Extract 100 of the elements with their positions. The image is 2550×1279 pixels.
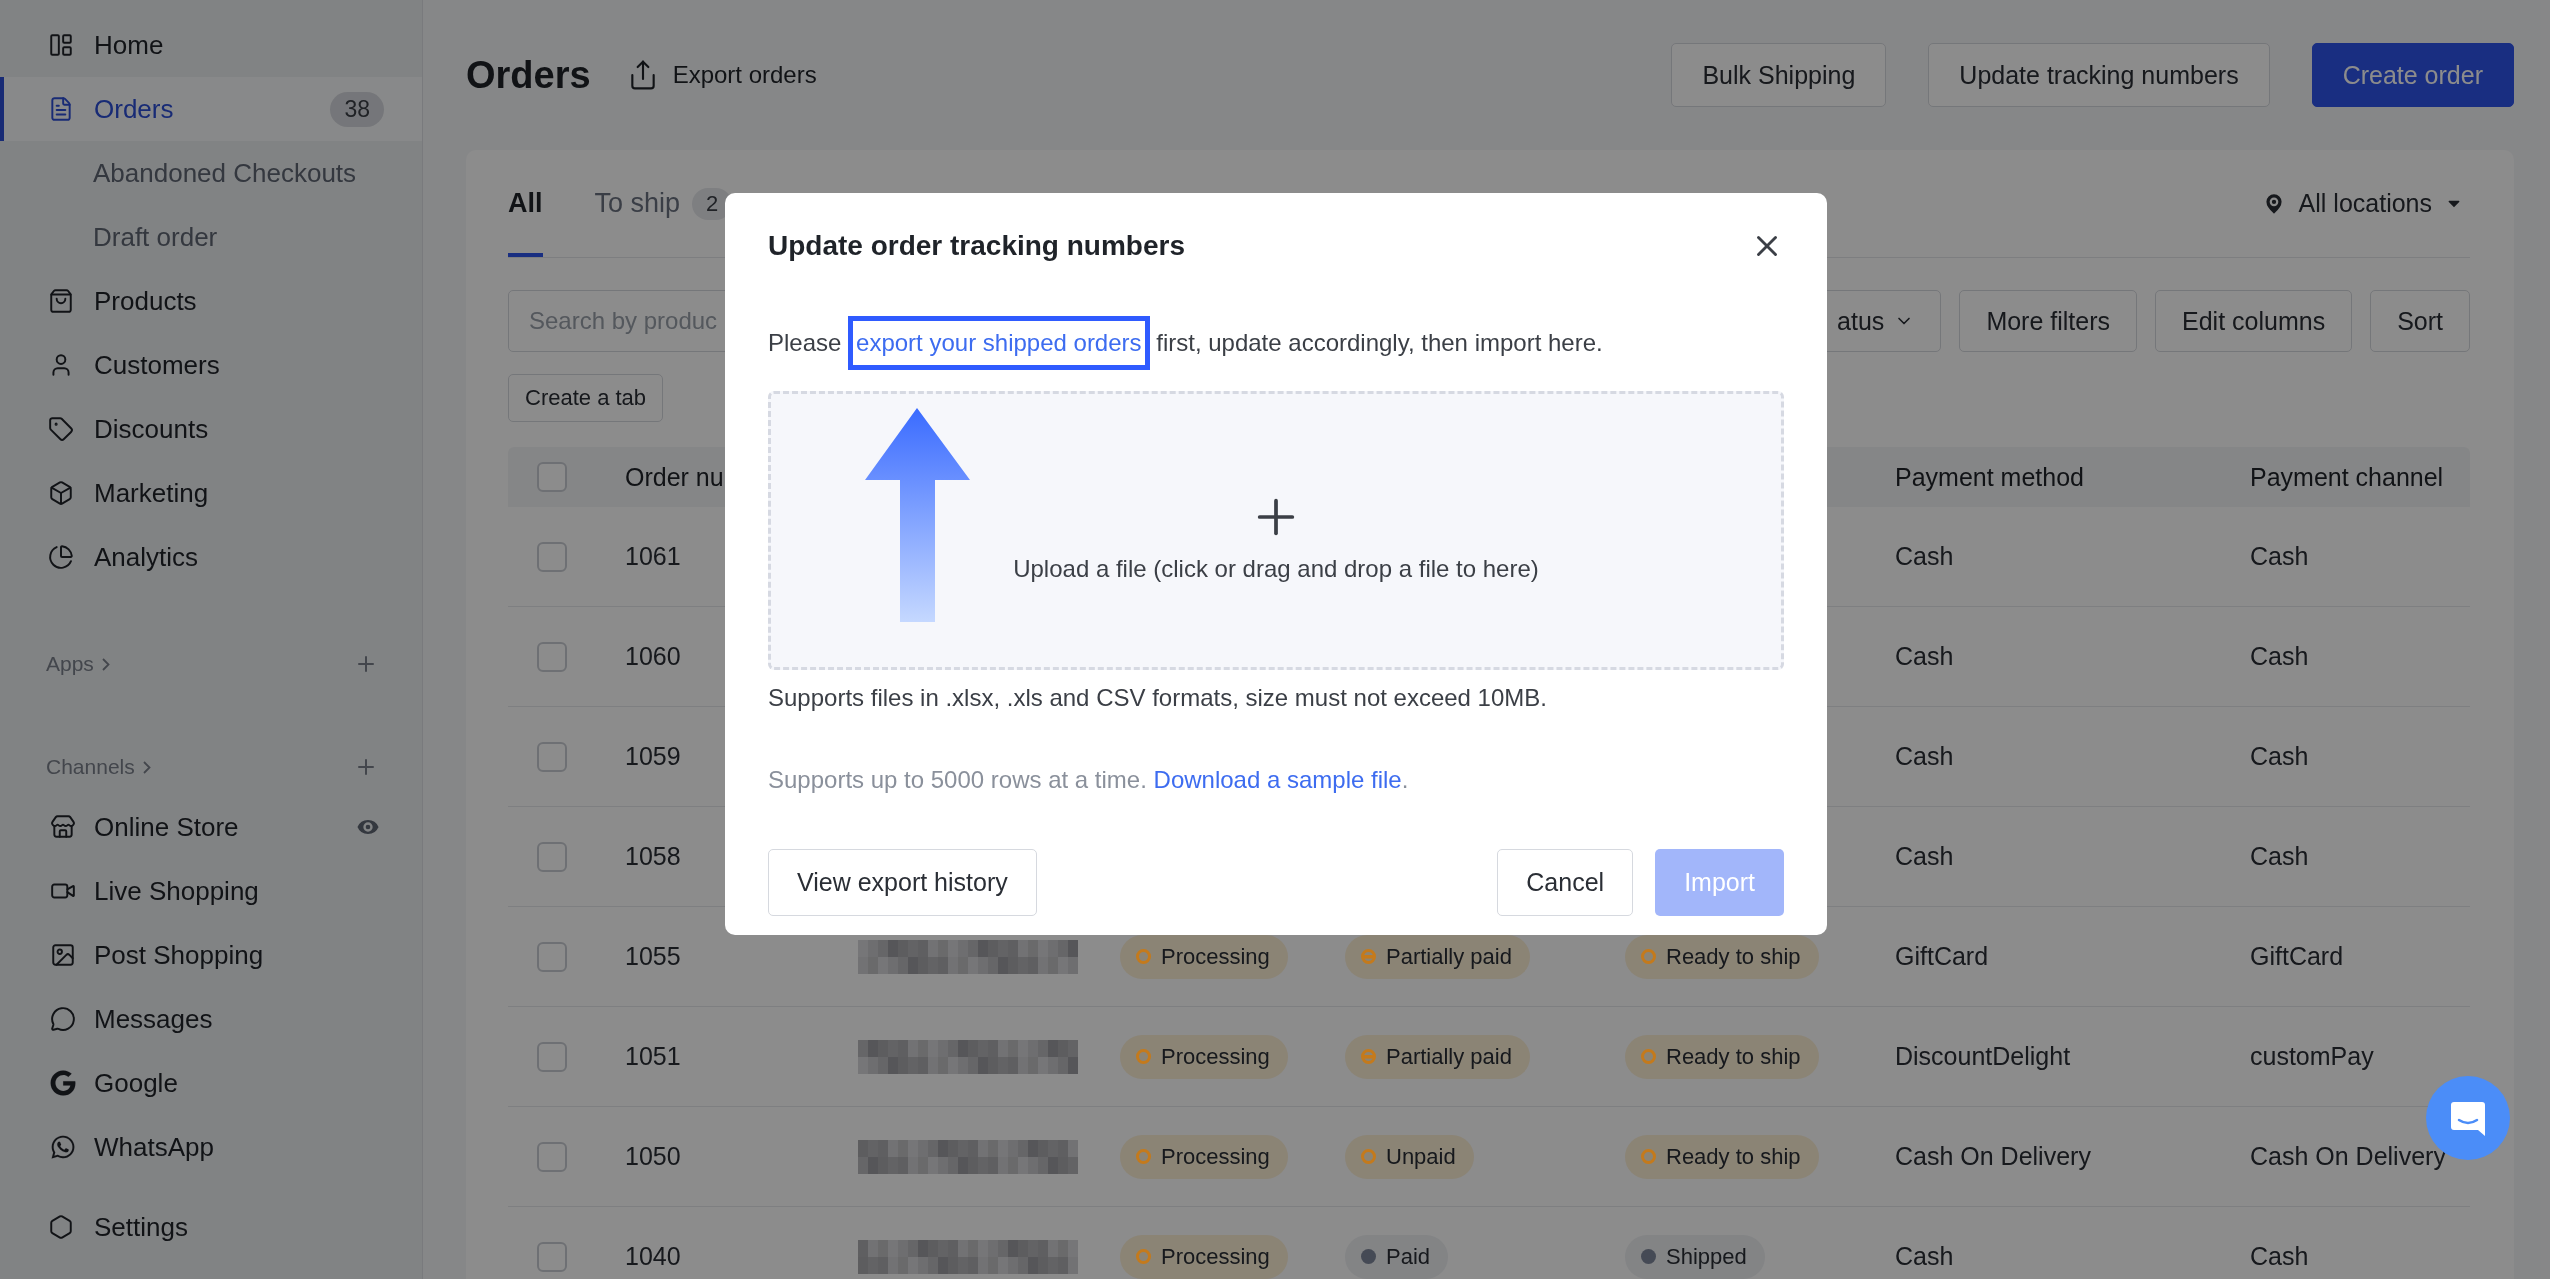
export-button[interactable]: Export orders xyxy=(622,55,821,95)
location-dropdown[interactable]: All locations xyxy=(2254,188,2470,219)
sidebar-item[interactable]: Settings xyxy=(0,1195,422,1259)
download-link[interactable]: Download a sample file xyxy=(1153,766,1402,793)
checkbox[interactable] xyxy=(537,641,567,672)
checkbox[interactable] xyxy=(537,841,567,872)
sidebar-item[interactable]: Draft order xyxy=(0,205,422,269)
table-cell-text: Cash On Delivery xyxy=(2249,1142,2447,1171)
export-link[interactable]: export your shipped orders xyxy=(848,316,1150,370)
status-badge: Partially paid xyxy=(1345,934,1530,979)
filter-button[interactable]: Edit columns xyxy=(2155,290,2353,352)
dialog-button[interactable]: View export history xyxy=(768,849,1037,916)
formats-note: Supports files in .xlsx, .xls and CSV formats, size must not exceed 10MB. xyxy=(768,683,1548,713)
table-cell-text: Cash xyxy=(1894,842,1955,871)
store-icon xyxy=(50,814,76,840)
bag-icon xyxy=(48,288,74,314)
section-link[interactable]: Apps xyxy=(46,652,110,676)
table-cell-text: Cash xyxy=(2249,742,2310,771)
table-cell-text: Cash On Delivery xyxy=(1894,1142,2092,1171)
status-badge: Unpaid xyxy=(1345,1134,1474,1179)
dialog-title: Update order tracking numbers xyxy=(768,230,1185,262)
checkbox[interactable] xyxy=(537,462,567,492)
upload-text: Upload a file (click or drag and drop a file to here) xyxy=(1013,555,1539,583)
sidebar-item[interactable]: Home xyxy=(0,13,422,77)
status-badge: Partially paid xyxy=(1345,1034,1530,1079)
settings-icon xyxy=(48,1214,74,1240)
sidebar-item[interactable]: Orders 38 xyxy=(0,77,422,141)
sidebar-item[interactable]: WhatsApp xyxy=(0,1115,422,1179)
sidebar-item-label: Customers xyxy=(94,349,221,381)
status-badge: Shipped xyxy=(1625,1234,1765,1279)
tab[interactable]: All xyxy=(508,150,543,257)
table-cell-text: Cash xyxy=(1894,1242,1955,1271)
dialog-button[interactable]: Cancel xyxy=(1497,849,1634,916)
sidebar-item-label: WhatsApp xyxy=(94,1131,215,1163)
action-button[interactable]: Create order xyxy=(2311,43,2514,107)
column-header: Order nu xyxy=(624,462,725,492)
table-cell-text: Cash xyxy=(1894,542,1955,571)
order-number: 1060 xyxy=(624,642,682,671)
sidebar-item-label: Abandoned Checkouts xyxy=(93,157,358,189)
sidebar-item-label: Messages xyxy=(94,1003,214,1035)
table-cell-text: Cash xyxy=(2249,642,2310,671)
chevron-right-icon xyxy=(142,760,151,774)
status-badge: Ready to ship xyxy=(1625,1034,1819,1079)
filter-button[interactable]: More filters xyxy=(1959,290,2137,352)
order-number: 1051 xyxy=(624,1042,682,1071)
upload-area[interactable]: Upload a file (click or drag and drop a file to here) xyxy=(768,391,1784,670)
order-number: 1058 xyxy=(624,842,682,871)
phone-bubble-icon xyxy=(50,1134,76,1160)
create-tab-button[interactable]: Create a tab xyxy=(508,374,664,422)
table-cell-text: Cash xyxy=(2249,1242,2310,1271)
filter-button[interactable]: Sort xyxy=(2370,290,2470,352)
sidebar-item-label: Live Shopping xyxy=(94,875,260,907)
checkbox[interactable] xyxy=(537,541,567,572)
sidebar-item[interactable]: Discounts xyxy=(0,397,422,461)
sidebar-item[interactable]: Abandoned Checkouts xyxy=(0,141,422,205)
order-number: 1059 xyxy=(624,742,682,771)
document-icon xyxy=(48,96,74,122)
sidebar-item[interactable]: Live Shopping xyxy=(0,859,422,923)
order-number: 1040 xyxy=(624,1242,682,1271)
table-cell-text: Cash xyxy=(1894,642,1955,671)
sidebar-item[interactable]: Products xyxy=(0,269,422,333)
sidebar-item[interactable]: Post Shopping xyxy=(0,923,422,987)
checkbox[interactable] xyxy=(537,1241,567,1272)
sidebar-item[interactable]: Online Store xyxy=(0,795,422,859)
table-cell-text: Cash xyxy=(2249,842,2310,871)
checkbox[interactable] xyxy=(537,741,567,772)
sidebar-item[interactable]: Messages xyxy=(0,987,422,1051)
sidebar-item-label: Online Store xyxy=(94,811,240,843)
table-cell-text: Cash xyxy=(2249,542,2310,571)
section-link[interactable]: Channels xyxy=(46,755,151,779)
checkbox[interactable] xyxy=(537,941,567,972)
checkbox[interactable] xyxy=(537,1041,567,1072)
page-title: Orders xyxy=(466,53,591,97)
sidebar-item-label: Google xyxy=(94,1067,179,1099)
rows-note: Supports up to 5000 rows at a time. Download a sample file. xyxy=(768,765,1410,795)
table-cell-text: Cash xyxy=(1894,742,1955,771)
sidebar-item-label: Settings xyxy=(94,1211,189,1243)
instruction-text: Please export your shipped orders first, update accordingly, then import here. xyxy=(768,316,1784,370)
status-badge: Paid xyxy=(1345,1234,1449,1279)
layout-icon xyxy=(48,32,74,58)
tag-icon xyxy=(48,416,74,442)
sidebar-item[interactable]: Google xyxy=(0,1051,422,1115)
sidebar-item[interactable]: Customers xyxy=(0,333,422,397)
column-header: Payment method xyxy=(1894,462,2085,492)
sidebar-item-label: Orders xyxy=(94,93,175,125)
cube-icon xyxy=(48,480,74,506)
action-button[interactable]: Update tracking numbers xyxy=(1928,43,2270,107)
checkbox[interactable] xyxy=(537,1141,567,1172)
pie-chart-icon xyxy=(48,544,74,570)
sidebar-item-label: Discounts xyxy=(94,413,210,445)
sidebar-item[interactable]: Analytics xyxy=(0,525,422,589)
chevron-right-icon xyxy=(101,657,110,671)
table-cell-text: GiftCard xyxy=(1894,942,1990,971)
sidebar-item-label: Draft order xyxy=(93,221,219,253)
action-button[interactable]: Bulk Shipping xyxy=(1671,43,1887,107)
status-badge: Processing xyxy=(1120,1134,1288,1179)
sidebar-item[interactable]: Marketing xyxy=(0,461,422,525)
sidebar-item-label: Post Shopping xyxy=(94,939,265,971)
image-icon xyxy=(50,942,76,968)
sidebar-item-label: Marketing xyxy=(94,477,210,509)
